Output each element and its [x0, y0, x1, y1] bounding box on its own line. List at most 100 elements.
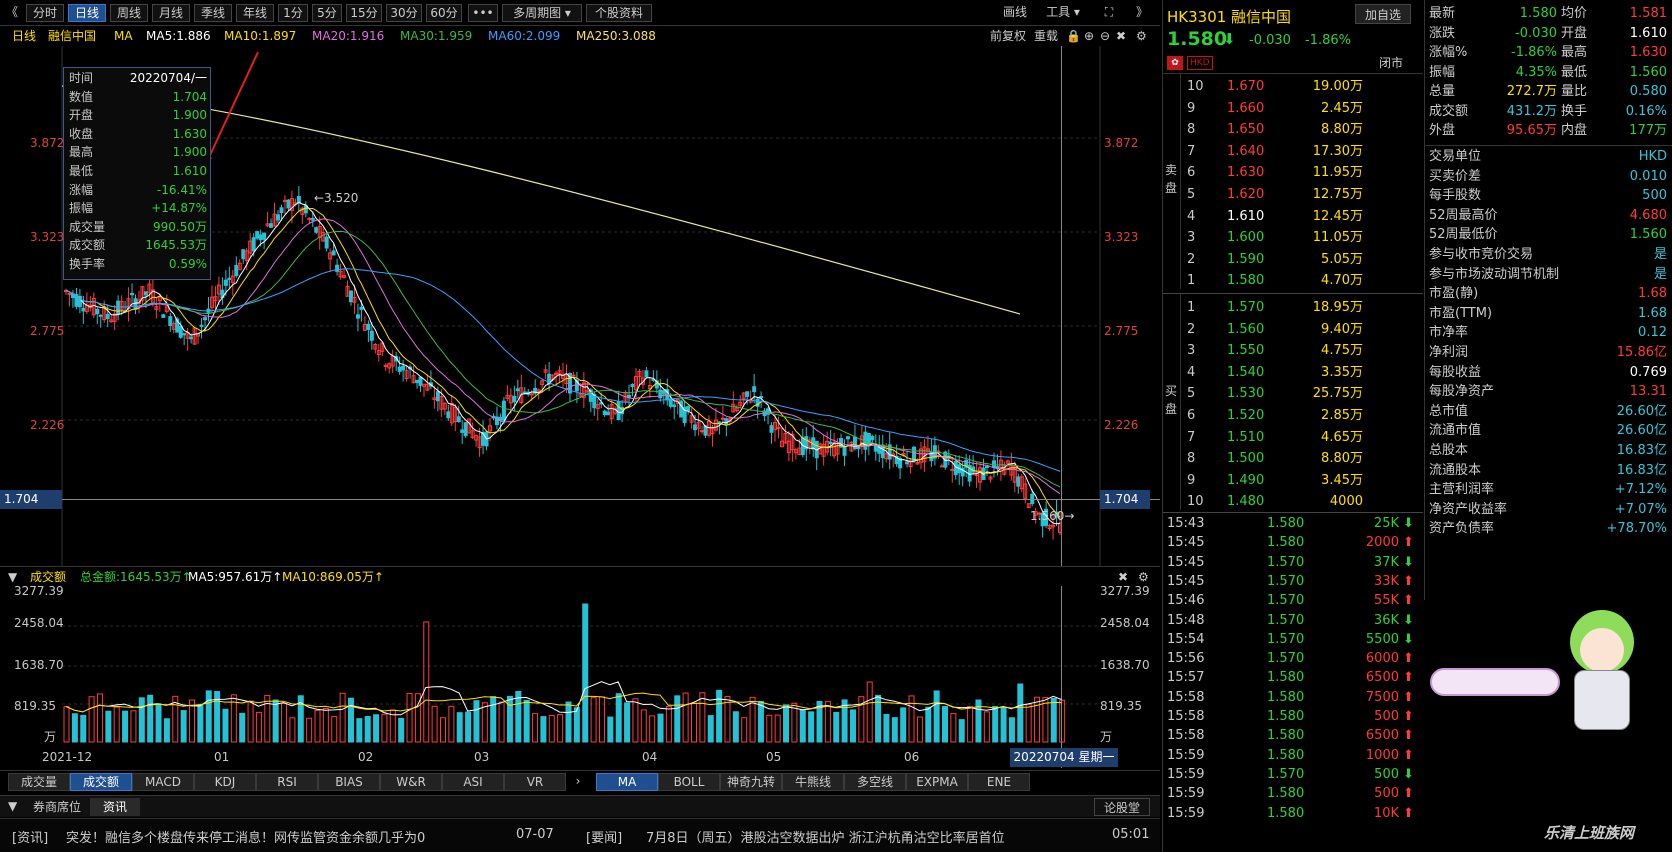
tab-weekly[interactable]: 周线 [110, 4, 148, 22]
news-headline-link[interactable]: 突发！融信多个楼盘传来停工消息！网传监管资金余额几乎为0 [66, 827, 425, 846]
overlay-tab-long-short[interactable]: 多空线 [844, 773, 906, 791]
indicator-tab-turnover[interactable]: 成交额 [70, 773, 132, 791]
bid-row[interactable]: 10 1.480 4000 [1163, 491, 1423, 513]
ask-row[interactable]: 3 1.600 11.05万 [1163, 227, 1423, 249]
info-row: 市净率 0.12 [1425, 323, 1672, 343]
close-icon[interactable]: ✖ [1116, 26, 1126, 46]
ask-row[interactable]: 5 1.620 12.75万 [1163, 184, 1423, 206]
nav-right-button[interactable]: 》 [1132, 4, 1152, 22]
x-axis-label: 01 [214, 750, 230, 764]
collapse-icon[interactable]: ▼ [8, 799, 17, 813]
indicator-tab-rsi[interactable]: RSI [256, 773, 318, 791]
volume-bar [331, 716, 338, 743]
overlay-tab-ene[interactable]: ENE [968, 773, 1030, 791]
bid-row[interactable]: 7 1.510 4.65万 [1163, 427, 1423, 449]
candle-body [203, 317, 208, 321]
bid-row[interactable]: 2 1.560 9.40万 [1163, 319, 1423, 341]
ask-row[interactable]: 1 1.580 4.70万 [1163, 270, 1423, 292]
bid-row[interactable]: 6 1.520 2.85万 [1163, 405, 1423, 427]
overlay-tab-boll[interactable]: BOLL [658, 773, 720, 791]
tab-news[interactable]: 资讯 [90, 798, 140, 816]
ma-label[interactable]: MA [114, 26, 133, 46]
add-watchlist-button[interactable]: 加自选 [1355, 4, 1411, 24]
ask-row[interactable]: 6 1.630 11.95万 [1163, 162, 1423, 184]
bid-row[interactable]: 5 1.530 25.75万 [1163, 383, 1423, 405]
indicator-tab-wr[interactable]: W&R [380, 773, 442, 791]
indicator-tab-asi[interactable]: ASI [442, 773, 504, 791]
forum-button[interactable]: 论股堂 [1094, 798, 1150, 816]
lock-icon[interactable]: 🔒 [1066, 26, 1081, 46]
zoom-in-icon[interactable]: ⊕ [1084, 26, 1094, 46]
zoom-out-icon[interactable]: ⊖ [1100, 26, 1110, 46]
bid-row[interactable]: 8 1.500 8.80万 [1163, 448, 1423, 470]
tick-price: 1.580 [1267, 670, 1305, 686]
volume-bar [314, 709, 321, 743]
overlay-tab-ma[interactable]: MA [596, 773, 658, 791]
tick-volume: 5500 [1365, 631, 1399, 647]
indicator-tab-kdj[interactable]: KDJ [194, 773, 256, 791]
arrow-up-icon: ⬆ [1403, 709, 1414, 724]
tab-intraday[interactable]: 分时 [26, 4, 64, 22]
period-label: 日线 [12, 29, 37, 43]
stock-profile-button[interactable]: 个股资料 [586, 4, 652, 22]
candle-body [602, 410, 607, 416]
tab-yearly[interactable]: 年线 [236, 4, 274, 22]
bid-row[interactable]: 9 1.490 3.45万 [1163, 470, 1423, 492]
overlay-tab-bull-bear[interactable]: 牛熊线 [782, 773, 844, 791]
tick-time: 15:56 [1167, 651, 1205, 667]
ask-row[interactable]: 4 1.610 12.45万 [1163, 206, 1423, 228]
y-axis-label-right: 2.775 [1104, 324, 1139, 338]
draw-line-button[interactable]: 画线 [992, 4, 1038, 22]
multi-period-dropdown[interactable]: 多周期图 ▾ [502, 4, 582, 22]
tick-list[interactable]: 15:43 1.580 25K ⬇ 15:45 1.580 2000 ⬆ 15:45 1.570 3… [1163, 514, 1423, 852]
news-headline-link[interactable]: 7月8日（周五）港股沽空数据出炉 浙江沪杭甬沽空比率居首位 [646, 827, 1005, 846]
ask-row[interactable]: 2 1.590 5.05万 [1163, 249, 1423, 271]
bid-row[interactable]: 4 1.540 3.35万 [1163, 362, 1423, 384]
fullscreen-icon[interactable]: ⛶ [1100, 4, 1118, 22]
bid-book: 1 1.570 18.95万 2 1.560 9.40万 3 1.550 4.75万 4 1.540… [1163, 297, 1423, 513]
volume-unit-label-right: 万 [1100, 730, 1113, 744]
indicator-tab-macd[interactable]: MACD [132, 773, 194, 791]
indicator-tab-volume[interactable]: 成交量 [8, 773, 70, 791]
tab-15min[interactable]: 15分 [346, 4, 382, 22]
candle-body [161, 314, 166, 318]
candle-body [130, 292, 135, 296]
volume-chart[interactable] [0, 586, 1160, 746]
tick-volume: 7500 [1365, 689, 1399, 705]
indicator-tab-bias[interactable]: BIAS [318, 773, 380, 791]
tab-monthly[interactable]: 月线 [152, 4, 190, 22]
ask-book: 10 1.670 19.00万 9 1.660 2.45万 8 1.650 8.80万 7 1.64… [1163, 76, 1423, 292]
ask-row[interactable]: 7 1.640 17.30万 [1163, 141, 1423, 163]
tab-daily[interactable]: 日线 [68, 4, 106, 22]
tools-dropdown[interactable]: 工具 ▾ [1042, 4, 1084, 22]
overlay-button[interactable]: 重载 [1034, 26, 1058, 46]
tab-quarterly[interactable]: 季线 [194, 4, 232, 22]
indicator-tab-vr[interactable]: VR [504, 773, 566, 791]
settings-icon[interactable]: ⚙ [1136, 26, 1147, 46]
info-value: +7.12% [1614, 482, 1667, 498]
tick-volume: 37K [1373, 554, 1399, 570]
tab-30min[interactable]: 30分 [386, 4, 422, 22]
ask-row[interactable]: 8 1.650 8.80万 [1163, 119, 1423, 141]
bid-row[interactable]: 1 1.570 18.95万 [1163, 297, 1423, 319]
bid-row[interactable]: 3 1.550 4.75万 [1163, 340, 1423, 362]
overlay-tab-td9[interactable]: 神奇九转 [720, 773, 782, 791]
more-indicators-icon[interactable]: › [568, 773, 588, 791]
adjust-mode[interactable]: 前复权 [990, 26, 1026, 46]
ask-row[interactable]: 10 1.670 19.00万 [1163, 76, 1423, 98]
tab-broker-seats[interactable]: 券商席位 [26, 798, 88, 816]
nav-left-button[interactable]: 《 [2, 4, 22, 22]
candle-body [985, 465, 990, 468]
tab-60min[interactable]: 60分 [426, 4, 462, 22]
ask-row[interactable]: 9 1.660 2.45万 [1163, 98, 1423, 120]
ma-indicator-line: 日线 融信中国 MA MA5:1.886 MA10:1.897 MA20:1.9… [0, 26, 1160, 46]
overlay-tab-expma[interactable]: EXPMA [906, 773, 968, 791]
tab-1min[interactable]: 1分 [278, 4, 308, 22]
tooltip-row: 最高 1.900 [69, 145, 207, 160]
candle-body [700, 430, 705, 433]
tick-price: 1.580 [1267, 786, 1305, 802]
tick-row: 15:58 1.580 6500 ⬆ [1163, 726, 1423, 745]
tick-volume: 2000 [1365, 535, 1399, 551]
tab-5min[interactable]: 5分 [312, 4, 342, 22]
more-periods-button[interactable]: ••• [468, 4, 498, 22]
